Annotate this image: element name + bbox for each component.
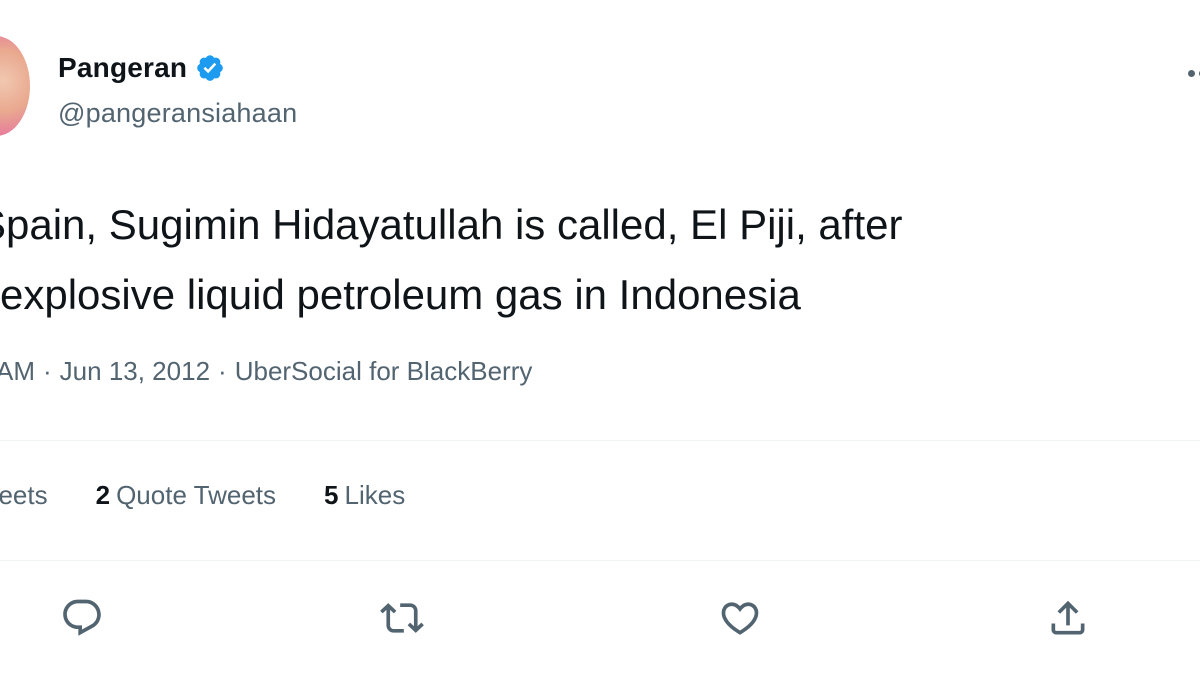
meta-separator: · xyxy=(43,356,52,386)
tweet-text-line: Spain, Sugimin Hidayatullah is called, E… xyxy=(0,201,903,248)
likes-count: 5 xyxy=(324,480,339,510)
more-options-icon[interactable] xyxy=(1188,62,1200,86)
reply-icon xyxy=(63,599,101,636)
retweets-label: etweets xyxy=(0,480,48,510)
tweet-date[interactable]: Jun 13, 2012 xyxy=(60,356,210,386)
tweet-text-line: explosive liquid petroleum gas in Indone… xyxy=(0,271,801,318)
tweet-source[interactable]: UberSocial for BlackBerry xyxy=(235,356,533,386)
quote-count: 2 xyxy=(95,480,111,510)
tweet-card: Pangeran @pangeransiahaan Spain, Sugimin… xyxy=(0,0,1200,675)
user-handle[interactable]: @pangeransiahaan xyxy=(58,98,297,129)
reply-button[interactable] xyxy=(58,594,106,642)
quote-tweets-stat[interactable]: 2 Quote Tweets xyxy=(96,480,276,511)
tweet-meta: AM · Jun 13, 2012 · UberSocial for BlackBerr… xyxy=(0,356,532,387)
verified-badge-icon xyxy=(197,55,224,81)
divider xyxy=(0,560,1200,561)
retweet-button[interactable] xyxy=(378,594,426,642)
engagement-stats: etweets 2Quote Tweets 5Likes xyxy=(0,480,405,511)
display-name[interactable]: Pangeran xyxy=(58,52,187,84)
avatar[interactable] xyxy=(0,36,30,136)
share-button[interactable] xyxy=(1044,594,1092,642)
likes-stat[interactable]: 5 Likes xyxy=(324,480,405,511)
likes-label: Likes xyxy=(344,480,406,510)
retweet-icon xyxy=(380,603,424,633)
tweet-time[interactable]: AM xyxy=(0,356,35,386)
share-icon xyxy=(1051,600,1085,635)
tweet-text: Spain, Sugimin Hidayatullah is called, E… xyxy=(0,190,1188,330)
meta-separator: · xyxy=(218,356,227,386)
like-button[interactable] xyxy=(716,594,764,642)
user-name-row: Pangeran xyxy=(58,52,225,84)
quote-label: Quote Tweets xyxy=(116,480,277,510)
divider xyxy=(0,440,1200,441)
retweets-stat[interactable]: etweets xyxy=(0,480,48,511)
like-icon xyxy=(721,602,759,635)
